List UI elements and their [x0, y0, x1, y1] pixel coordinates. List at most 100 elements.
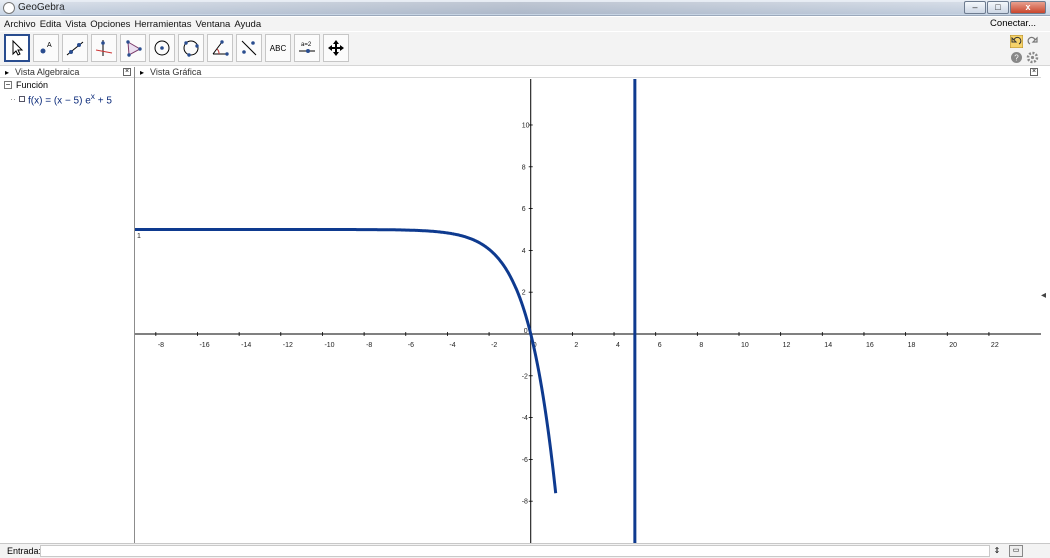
move-graphics-icon [328, 40, 344, 56]
svg-text:a=2: a=2 [301, 42, 312, 48]
graphics-view[interactable]: -8 -16 -14 -12 -10 -8 -6 -4 -2 0 2 4 6 8 10 12 14 16 18 20 2… [135, 79, 1041, 543]
x-tick-label: -8 [366, 342, 372, 349]
menu-archivo[interactable]: Archivo [0, 19, 38, 30]
graphics-close-icon[interactable]: × [1030, 68, 1038, 76]
reflect-line-icon [241, 40, 257, 56]
svg-text:?: ? [1014, 54, 1019, 63]
menu-vista[interactable]: Vista [63, 19, 88, 30]
point-icon: A [40, 42, 52, 54]
x-tick-label: 10 [741, 342, 749, 349]
graphics-view-header: ▸ Vista Gráfica × [135, 67, 1041, 78]
tree-category-function[interactable]: − Función [4, 80, 48, 90]
collapse-side-arrow-icon[interactable]: ◂ [1041, 290, 1046, 301]
input-bar: Entrada: ⇕ ▭ [0, 543, 1050, 558]
algebra-view-title: Vista Algebraica [15, 67, 80, 77]
menu-ventana[interactable]: Ventana [193, 19, 232, 30]
tick-labels: -8 -16 -14 -12 -10 -8 -6 -4 -2 0 2 4 6 8 10 12 14 16 18 20 2… [158, 122, 999, 505]
x-tick-label: 22 [991, 342, 999, 349]
expand-triangle-icon[interactable]: ▸ [5, 68, 9, 77]
connect-link[interactable]: Conectar... [990, 18, 1036, 29]
function-expression: f(x) = (x − 5) ex + 5 [28, 91, 112, 106]
algebra-close-icon[interactable]: × [123, 68, 131, 76]
y-tick-label: -4 [522, 415, 528, 422]
y-tick-label: 2 [522, 290, 526, 297]
perpendicular-line-icon [95, 40, 113, 56]
x-tick-label: 6 [658, 342, 662, 349]
text-tool-button[interactable]: ABC [265, 34, 291, 62]
toolbar: A ABC a=2 ? [0, 32, 1050, 66]
expression-main: f(x) = (x − 5) e [28, 95, 91, 107]
circle-three-points-tool-button[interactable] [178, 34, 204, 62]
slider-tool-button[interactable]: a=2 [294, 34, 320, 62]
geogebra-app-icon [3, 1, 15, 14]
x-tick-label: -10 [324, 342, 334, 349]
angle-icon [212, 40, 229, 56]
y-tick-label: 8 [522, 164, 526, 171]
expand-triangle-icon[interactable]: ▸ [140, 68, 144, 77]
menu-herramientas[interactable]: Herramientas [132, 19, 193, 30]
curve-label: 1 [137, 233, 141, 240]
line-tool-button[interactable] [62, 34, 88, 62]
x-tick-label: 12 [783, 342, 791, 349]
circle-center-icon [154, 40, 170, 56]
graph-canvas[interactable]: -8 -16 -14 -12 -10 -8 -6 -4 -2 0 2 4 6 8 10 12 14 16 18 20 2… [135, 79, 1041, 543]
input-spinner-icon[interactable]: ⇕ [992, 545, 1002, 557]
y-tick-label: 4 [522, 248, 526, 255]
input-label: Entrada: [7, 546, 42, 556]
settings-icon[interactable] [1026, 51, 1039, 64]
window-title: GeoGebra [18, 2, 65, 13]
x-tick-label: -14 [241, 342, 251, 349]
window-controls: – □ x [964, 1, 1046, 14]
reflect-tool-button[interactable] [236, 34, 262, 62]
x-tick-label: -4 [449, 342, 455, 349]
input-help-button[interactable]: ▭ [1009, 545, 1023, 557]
title-bar: GeoGebra – □ x [0, 0, 1050, 16]
perpendicular-tool-button[interactable] [91, 34, 117, 62]
x-tick-label: 8 [699, 342, 703, 349]
category-label: Función [16, 80, 49, 90]
svg-text:A: A [47, 42, 52, 49]
x-tick-label: -2 [491, 342, 497, 349]
redo-icon[interactable] [1026, 35, 1039, 48]
collapse-minus-icon[interactable]: − [4, 81, 12, 89]
x-tick-label: 2 [574, 342, 578, 349]
y-tick-label: -6 [522, 457, 528, 464]
move-tool-button[interactable] [4, 34, 30, 62]
x-tick-label: -12 [283, 342, 293, 349]
function-object-row[interactable]: ·· f(x) = (x − 5) ex + 5 [10, 91, 112, 106]
function-curve-f [135, 228, 558, 494]
menu-opciones[interactable]: Opciones [88, 19, 132, 30]
menu-bar: Archivo Edita Vista Opciones Herramienta… [0, 17, 1050, 31]
curves [135, 79, 637, 543]
circle-center-tool-button[interactable] [149, 34, 175, 62]
x-tick-label: -6 [408, 342, 414, 349]
input-field[interactable] [40, 545, 990, 557]
close-button[interactable]: x [1010, 1, 1046, 14]
axes [135, 79, 1041, 543]
algebra-view-header: ▸ Vista Algebraica × [0, 67, 134, 78]
titlebar-background [60, 2, 980, 14]
polygon-icon [126, 40, 142, 57]
y-tick-label: -2 [522, 373, 528, 380]
minimize-button[interactable]: – [964, 1, 986, 14]
x-tick-label: 14 [824, 342, 832, 349]
expression-suffix: + 5 [94, 95, 112, 107]
move-graphics-tool-button[interactable] [323, 34, 349, 62]
x-tick-label: 4 [616, 342, 620, 349]
visibility-toggle-icon[interactable] [19, 95, 25, 102]
point-tool-button[interactable]: A [33, 34, 59, 62]
graphics-view-title: Vista Gráfica [150, 67, 202, 77]
angle-tool-button[interactable] [207, 34, 233, 62]
undo-icon[interactable] [1009, 34, 1024, 49]
algebra-view: − Función ·· f(x) = (x − 5) ex + 5 [0, 79, 134, 543]
x-tick-label: -8 [158, 342, 164, 349]
maximize-button[interactable]: □ [987, 1, 1009, 14]
origin-label: 0 [524, 328, 528, 335]
menu-ayuda[interactable]: Ayuda [232, 19, 263, 30]
y-tick-label: 6 [522, 206, 526, 213]
help-icon[interactable]: ? [1010, 51, 1023, 64]
text-tool-label: ABC [269, 43, 287, 53]
x-tick-label: 18 [908, 342, 916, 349]
menu-edita[interactable]: Edita [38, 19, 64, 30]
polygon-tool-button[interactable] [120, 34, 146, 62]
